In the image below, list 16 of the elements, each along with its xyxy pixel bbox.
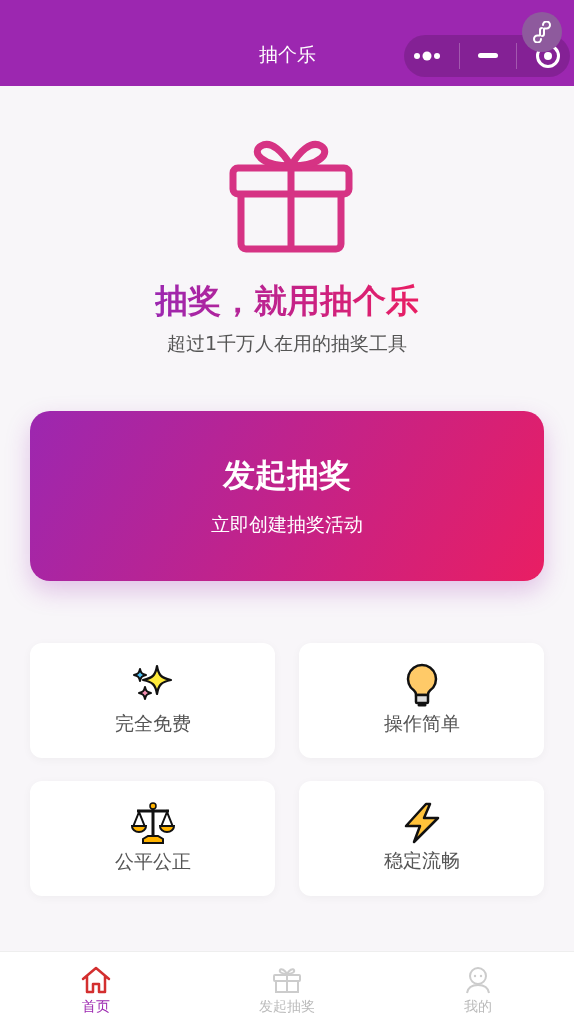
more-icon[interactable] (413, 50, 441, 62)
floating-button[interactable] (522, 12, 562, 52)
hero-subtitle: 超过1千万人在用的抽奖工具 (166, 330, 408, 356)
feature-label: 公平公正 (114, 849, 191, 875)
scales-icon (130, 801, 175, 846)
minimize-icon[interactable] (478, 53, 498, 59)
start-lottery-button[interactable]: 发起抽奖 立即创建抽奖活动 (30, 410, 544, 581)
feature-label: 完全免费 (114, 711, 191, 737)
home-icon (80, 966, 111, 994)
tab[interactable]: 首页 (0, 952, 192, 1030)
link-icon (531, 21, 553, 43)
gift-icon (272, 966, 302, 994)
feature-label: 操作简单 (383, 711, 460, 737)
page-title: 抽个乐 (258, 45, 316, 64)
light-bulb-icon (404, 663, 439, 708)
feature-label: 稳定流畅 (383, 848, 460, 874)
